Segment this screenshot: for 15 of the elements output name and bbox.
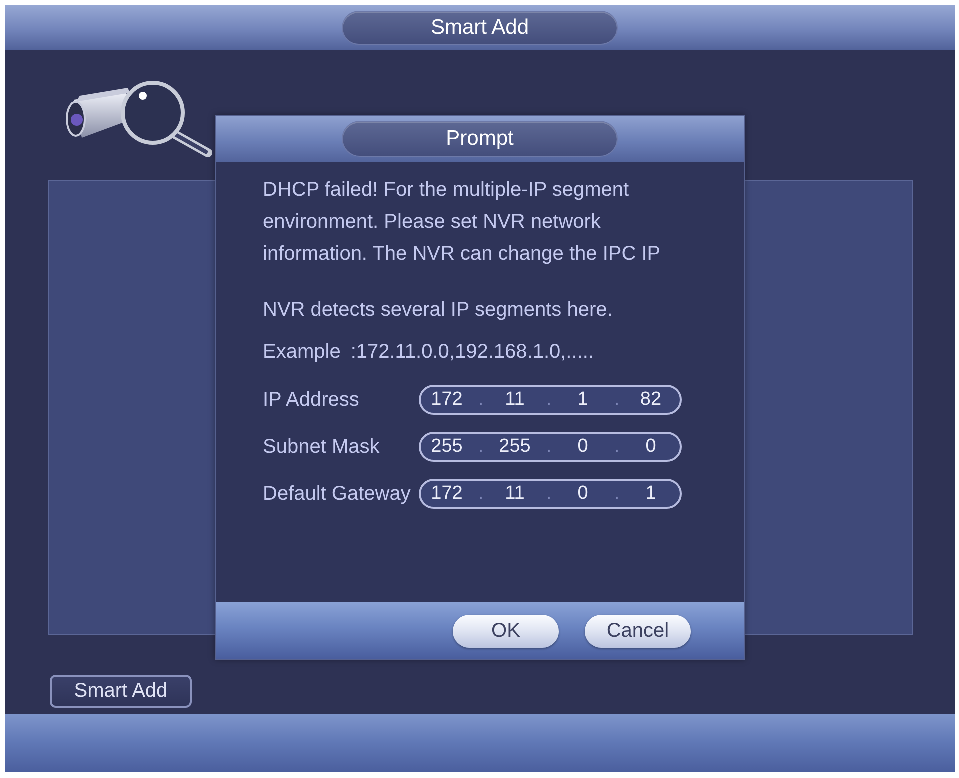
- dialog-title: Prompt: [343, 122, 617, 156]
- window-title: Smart Add: [343, 12, 617, 44]
- ip-input-field[interactable]: 172 . 11 . 0 . 1: [419, 479, 682, 509]
- ip-input-field[interactable]: 255 . 255 . 0 . 0: [419, 432, 682, 462]
- example-value: :172.11.0.0,192.168.1.0,.....: [350, 340, 594, 365]
- field-label: Subnet Mask: [263, 436, 381, 458]
- dialog-button[interactable]: Cancel: [585, 615, 691, 648]
- dialog-button[interactable]: OK: [453, 615, 559, 648]
- dhcp-failed-message: DHCP failed! For the multiple-IP segment environment. Please set NVR network information. The NVR can change the IPC IP: [263, 178, 661, 267]
- segments-note: NVR detects several IP segments here.: [263, 298, 613, 323]
- smart-add-button[interactable]: Smart Add: [50, 675, 192, 708]
- example-label: Example: [263, 340, 341, 365]
- field-label: Default Gateway: [263, 482, 412, 506]
- field-label: IP Address: [263, 388, 360, 412]
- ip-input-field[interactable]: 172 . 11 . 1 . 82: [419, 385, 682, 415]
